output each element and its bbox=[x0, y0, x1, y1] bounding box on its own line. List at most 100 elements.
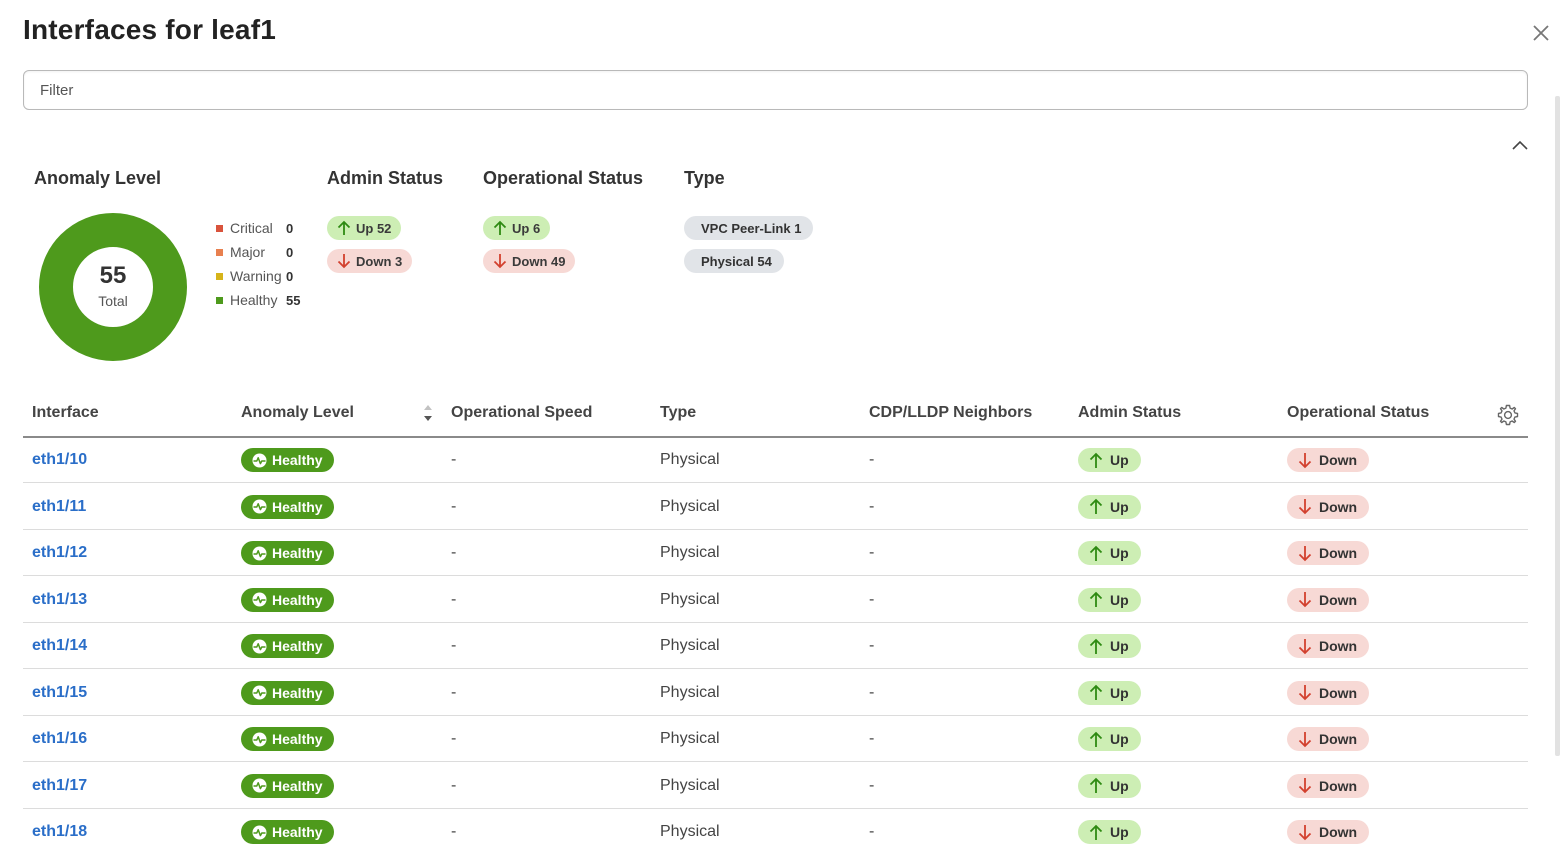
table-row[interactable]: eth1/12 Healthy - Physical - Up Down bbox=[23, 530, 1528, 576]
legend-label: Warning bbox=[230, 268, 282, 284]
anomaly-label: Healthy bbox=[272, 498, 323, 515]
anomaly-cell: Healthy bbox=[241, 437, 334, 483]
operational-status-pill[interactable]: Down bbox=[1287, 820, 1370, 844]
oper-up-label: Up 6 bbox=[512, 220, 541, 236]
healthy-badge: Healthy bbox=[241, 494, 334, 519]
table-row[interactable]: eth1/15 Healthy - Physical - Up Down bbox=[23, 670, 1528, 716]
heartbeat-icon bbox=[252, 453, 267, 467]
operational-status-pill[interactable]: Down bbox=[1287, 634, 1370, 658]
column-header-admin-status[interactable]: Admin Status bbox=[1078, 404, 1181, 422]
admin-status-pill[interactable]: Up bbox=[1078, 773, 1141, 798]
legend-item-critical[interactable]: Critical 0 bbox=[216, 216, 300, 240]
close-button[interactable] bbox=[1530, 22, 1552, 44]
admin-status-pill[interactable]: Up bbox=[1078, 541, 1141, 565]
scrollbar[interactable] bbox=[1555, 96, 1560, 756]
column-header-cdp-lldp[interactable]: CDP/LLDP Neighbors bbox=[869, 404, 1032, 422]
anomaly-label: Healthy bbox=[272, 777, 323, 794]
column-header-type[interactable]: Type bbox=[660, 404, 696, 422]
operational-status-pill[interactable]: Down bbox=[1287, 680, 1370, 705]
arrow-up-icon bbox=[1089, 777, 1103, 793]
interface-link[interactable]: eth1/12 bbox=[32, 530, 87, 576]
operational-speed: - bbox=[451, 823, 457, 840]
interface-link[interactable]: eth1/14 bbox=[32, 623, 87, 669]
type-physical-filter[interactable]: Physical 54 bbox=[684, 249, 784, 273]
interface-link[interactable]: eth1/11 bbox=[32, 484, 86, 530]
column-header-anomaly-level[interactable]: Anomaly Level bbox=[241, 404, 354, 422]
filter-input[interactable] bbox=[23, 70, 1528, 110]
admin-status-pill[interactable]: Up bbox=[1078, 820, 1141, 844]
arrow-down-icon bbox=[1298, 452, 1312, 468]
oper-up-filter[interactable]: Up 6 bbox=[483, 216, 551, 240]
arrow-down-icon bbox=[493, 254, 507, 269]
healthy-badge: Healthy bbox=[241, 634, 334, 658]
interface-type: Physical bbox=[660, 451, 720, 468]
operational-status-cell: Down bbox=[1287, 670, 1370, 716]
legend-item-major[interactable]: Major 0 bbox=[216, 240, 300, 264]
admin-up-filter[interactable]: Up 52 bbox=[327, 216, 402, 240]
collapse-summary-button[interactable] bbox=[1509, 136, 1531, 154]
interface-link[interactable]: eth1/17 bbox=[32, 763, 87, 809]
healthy-badge: Healthy bbox=[241, 820, 334, 844]
arrow-up-icon bbox=[1089, 684, 1103, 700]
admin-status-pill[interactable]: Up bbox=[1078, 727, 1141, 751]
cdp-lldp-neighbors: - bbox=[869, 683, 875, 701]
column-header-operational-status[interactable]: Operational Status bbox=[1287, 404, 1429, 422]
anomaly-cell: Healthy bbox=[241, 484, 334, 530]
interface-link[interactable]: eth1/15 bbox=[32, 670, 87, 716]
admin-status-cell: Up bbox=[1078, 437, 1141, 483]
admin-status-label: Up bbox=[1110, 638, 1129, 654]
interface-link[interactable]: eth1/16 bbox=[32, 716, 87, 762]
operational-status-pill[interactable]: Down bbox=[1287, 587, 1370, 612]
cdp-lldp-neighbors: - bbox=[869, 823, 875, 840]
anomaly-label: Healthy bbox=[272, 824, 323, 840]
operational-status-label: Down bbox=[1319, 777, 1358, 794]
admin-status-cell: Up bbox=[1078, 716, 1141, 762]
healthy-badge: Healthy bbox=[241, 541, 334, 565]
admin-status-pill[interactable]: Up bbox=[1078, 494, 1141, 519]
table-settings-button[interactable] bbox=[1496, 403, 1520, 427]
table-row[interactable]: eth1/11 Healthy - Physical - Up Down bbox=[23, 484, 1528, 530]
legend-item-warning[interactable]: Warning 0 bbox=[216, 264, 300, 288]
oper-down-filter[interactable]: Down 49 bbox=[483, 249, 576, 273]
sort-button[interactable] bbox=[422, 402, 434, 424]
anomaly-cell: Healthy bbox=[241, 763, 334, 809]
arrow-up-icon bbox=[1089, 591, 1103, 607]
table-row[interactable]: eth1/17 Healthy - Physical - Up Down bbox=[23, 763, 1528, 809]
operational-status-pill[interactable]: Down bbox=[1287, 494, 1370, 519]
cdp-lldp-neighbors: - bbox=[869, 590, 875, 608]
arrow-up-icon bbox=[337, 220, 351, 235]
legend-count: 0 bbox=[286, 220, 294, 236]
page-title: Interfaces for leaf1 bbox=[23, 14, 276, 45]
table-row[interactable]: eth1/14 Healthy - Physical - Up Down bbox=[23, 623, 1528, 669]
table-row[interactable]: eth1/13 Healthy - Physical - Up Down bbox=[23, 577, 1528, 623]
arrow-up-icon bbox=[1089, 452, 1103, 468]
admin-status-pill[interactable]: Up bbox=[1078, 634, 1141, 658]
operational-status-pill[interactable]: Down bbox=[1287, 773, 1370, 798]
interface-link[interactable]: eth1/10 bbox=[32, 437, 87, 483]
admin-status-pill[interactable]: Up bbox=[1078, 587, 1141, 612]
operational-speed: - bbox=[451, 451, 457, 468]
legend-count: 0 bbox=[286, 244, 294, 260]
admin-status-pill[interactable]: Up bbox=[1078, 680, 1141, 705]
anomaly-label: Healthy bbox=[272, 638, 323, 654]
operational-status-pill[interactable]: Down bbox=[1287, 448, 1370, 472]
admin-status-pill[interactable]: Up bbox=[1078, 448, 1141, 472]
anomaly-label: Healthy bbox=[272, 591, 323, 608]
operational-status-pill[interactable]: Down bbox=[1287, 727, 1370, 751]
column-header-operational-speed[interactable]: Operational Speed bbox=[451, 404, 592, 422]
interface-link[interactable]: eth1/18 bbox=[32, 809, 87, 853]
operational-status-pill[interactable]: Down bbox=[1287, 541, 1370, 565]
table-row[interactable]: eth1/18 Healthy - Physical - Up Down bbox=[23, 809, 1528, 853]
admin-status-label: Up bbox=[1110, 684, 1129, 701]
column-header-interface[interactable]: Interface bbox=[32, 404, 99, 422]
type-vpc-filter[interactable]: VPC Peer-Link 1 bbox=[684, 216, 814, 240]
legend-item-healthy[interactable]: Healthy 55 bbox=[216, 288, 300, 312]
heartbeat-icon bbox=[252, 592, 267, 607]
interface-link[interactable]: eth1/13 bbox=[32, 577, 87, 623]
admin-status-cell: Up bbox=[1078, 763, 1141, 809]
admin-down-filter[interactable]: Down 3 bbox=[327, 249, 413, 273]
table-row[interactable]: eth1/16 Healthy - Physical - Up Down bbox=[23, 716, 1528, 762]
admin-status-label: Up bbox=[1110, 591, 1129, 608]
table-row[interactable]: eth1/10 Healthy - Physical - Up Down bbox=[23, 437, 1528, 483]
arrow-down-icon bbox=[1298, 638, 1312, 654]
